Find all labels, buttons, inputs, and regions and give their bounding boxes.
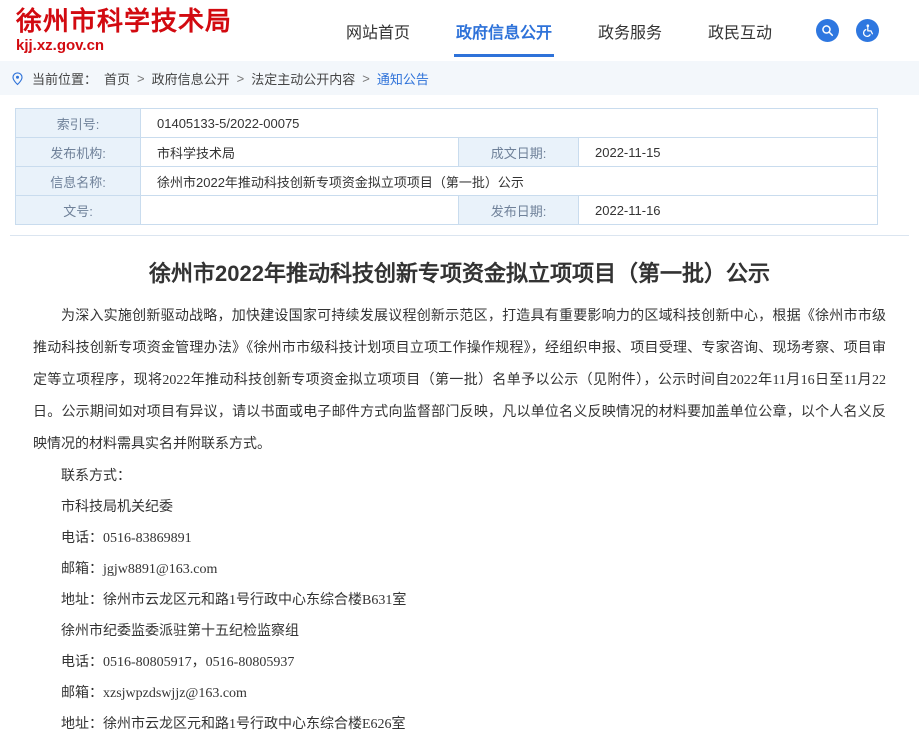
article-body: 为深入实施创新驱动战略，加快建设国家可持续发展议程创新示范区，打造具有重要影响力… — [33, 301, 886, 730]
breadcrumb-label: 当前位置： — [32, 69, 97, 88]
search-icon — [820, 23, 835, 38]
meta-value-index-no: 01405133-5/2022-00075 — [141, 109, 878, 138]
site-header: 徐州市科学技术局 kjj.xz.gov.cn 网站首页 政府信息公开 政务服务 … — [0, 0, 919, 61]
wheelchair-accessibility-icon — [860, 23, 875, 38]
site-title: 徐州市科学技术局 — [16, 7, 232, 36]
contact-dept-1: 市科技局机关纪委 — [33, 492, 886, 523]
nav-item-home[interactable]: 网站首页 — [346, 19, 410, 43]
contact-address-1: 地址：徐州市云龙区元和路1号行政中心东综合楼B631室 — [33, 585, 886, 616]
location-pin-icon — [10, 71, 25, 86]
meta-value-publish-date: 2022-11-16 — [579, 196, 878, 225]
document-meta-table: 索引号: 01405133-5/2022-00075 发布机构: 市科学技术局 … — [15, 108, 878, 225]
page-title: 徐州市2022年推动科技创新专项资金拟立项项目（第一批）公示 — [33, 256, 886, 288]
contact-heading: 联系方式： — [33, 461, 886, 492]
search-button[interactable] — [816, 19, 839, 42]
meta-label-info-name: 信息名称: — [16, 167, 141, 196]
site-logo[interactable]: 徐州市科学技术局 kjj.xz.gov.cn — [16, 7, 232, 54]
contact-phone-2: 电话：0516-80805917，0516-80805937 — [33, 647, 886, 678]
meta-label-index-no: 索引号: — [16, 109, 141, 138]
accessibility-button[interactable] — [856, 19, 879, 42]
contact-dept-2: 徐州市纪委监委派驻第十五纪检监察组 — [33, 616, 886, 647]
breadcrumb-separator: > — [362, 71, 370, 86]
content-divider — [10, 235, 909, 236]
breadcrumb-separator: > — [137, 71, 145, 86]
breadcrumb-home[interactable]: 首页 — [104, 69, 130, 88]
contact-address-2: 地址：徐州市云龙区元和路1号行政中心东综合楼E626室 — [33, 709, 886, 730]
meta-label-publish-date: 发布日期: — [459, 196, 579, 225]
article: 徐州市2022年推动科技创新专项资金拟立项项目（第一批）公示 为深入实施创新驱动… — [0, 256, 919, 730]
contact-phone-1: 电话：0516-83869891 — [33, 523, 886, 554]
site-domain: kjj.xz.gov.cn — [16, 38, 232, 55]
table-row: 发布机构: 市科学技术局 成文日期: 2022-11-15 — [16, 138, 878, 167]
meta-value-date-written: 2022-11-15 — [579, 138, 878, 167]
table-row: 信息名称: 徐州市2022年推动科技创新专项资金拟立项项目（第一批）公示 — [16, 167, 878, 196]
meta-label-doc-no: 文号: — [16, 196, 141, 225]
contact-email-2: 邮箱：xzsjwpzdswjjz@163.com — [33, 678, 886, 709]
main-nav: 网站首页 政府信息公开 政务服务 政民互动 — [346, 19, 772, 43]
table-row: 文号: 发布日期: 2022-11-16 — [16, 196, 878, 225]
nav-item-public-interaction[interactable]: 政民互动 — [708, 19, 772, 43]
nav-item-gov-info-disclosure[interactable]: 政府信息公开 — [456, 19, 552, 43]
meta-label-issuing-agency: 发布机构: — [16, 138, 141, 167]
meta-value-info-name: 徐州市2022年推动科技创新专项资金拟立项项目（第一批）公示 — [141, 167, 878, 196]
meta-label-date-written: 成文日期: — [459, 138, 579, 167]
meta-value-doc-no — [141, 196, 459, 225]
announcement-paragraph: 为深入实施创新驱动战略，加快建设国家可持续发展议程创新示范区，打造具有重要影响力… — [33, 301, 886, 461]
breadcrumb-separator: > — [237, 71, 245, 86]
nav-item-gov-services[interactable]: 政务服务 — [598, 19, 662, 43]
breadcrumb-notices[interactable]: 通知公告 — [377, 69, 429, 88]
table-row: 索引号: 01405133-5/2022-00075 — [16, 109, 878, 138]
header-icon-group — [816, 19, 879, 42]
breadcrumb-gov-info[interactable]: 政府信息公开 — [152, 69, 230, 88]
breadcrumb: 当前位置： 首页 > 政府信息公开 > 法定主动公开内容 > 通知公告 — [0, 61, 919, 95]
contact-email-1: 邮箱：jgjw8891@163.com — [33, 554, 886, 585]
meta-value-issuing-agency: 市科学技术局 — [141, 138, 459, 167]
breadcrumb-statutory-disclosure[interactable]: 法定主动公开内容 — [251, 69, 355, 88]
